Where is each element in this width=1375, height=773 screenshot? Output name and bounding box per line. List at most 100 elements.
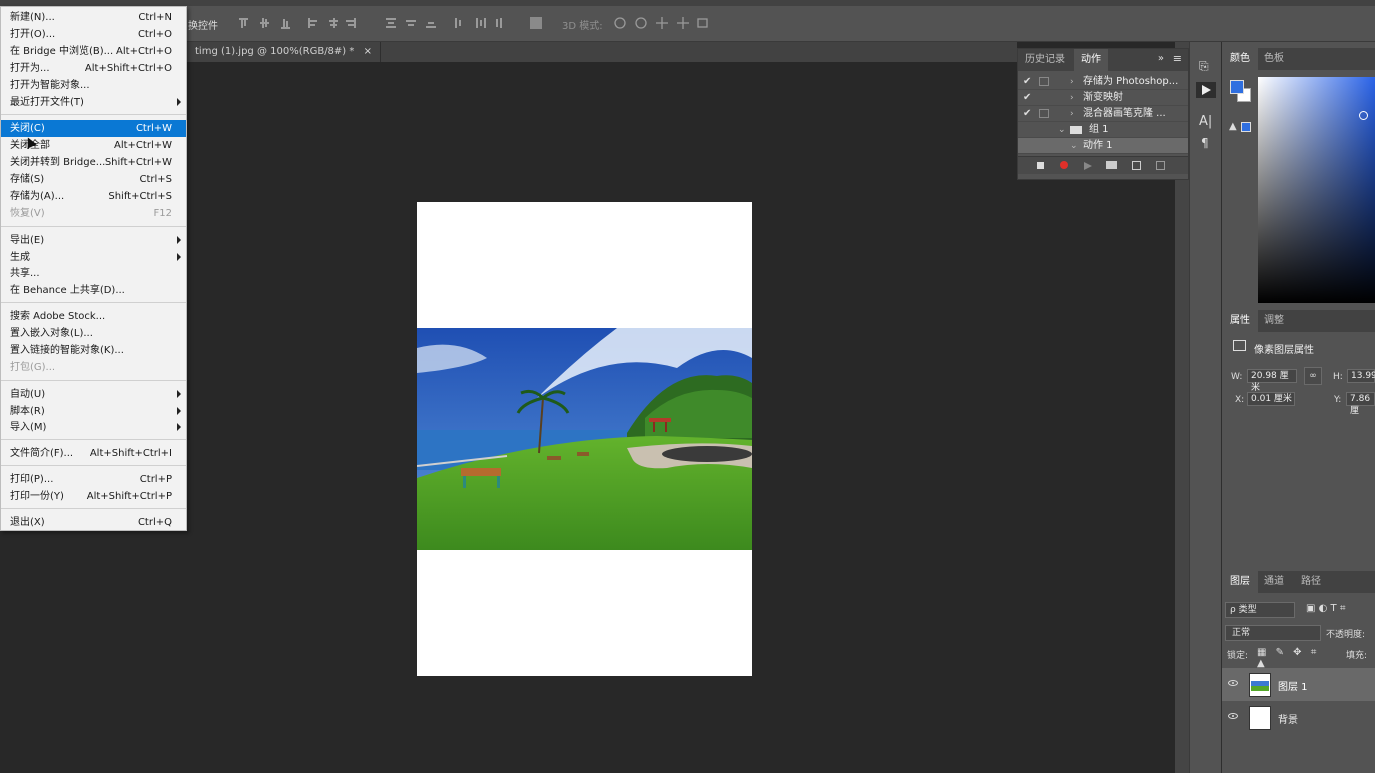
visibility-eye-icon[interactable]: [1228, 680, 1238, 686]
menu-item-label: 脚本(R): [10, 406, 45, 417]
file-menu-item[interactable]: 退出(X) Ctrl+Q: [1, 514, 186, 531]
stop-icon[interactable]: [1037, 162, 1044, 169]
menu-item-label: 置入链接的智能对象(K)...: [10, 345, 124, 356]
menu-item-shortcut: Ctrl+N: [138, 12, 172, 23]
landscape-photo: [417, 328, 752, 550]
color-picker-cursor[interactable]: [1359, 111, 1368, 120]
file-menu-item[interactable]: 置入嵌入对象(L)...: [1, 325, 186, 342]
file-menu-item[interactable]: 存储(S) Ctrl+S: [1, 171, 186, 188]
check-icon[interactable]: ✔: [1023, 74, 1031, 90]
file-menu-item[interactable]: 导出(E): [1, 232, 186, 249]
chevron-right-icon[interactable]: ›: [1070, 106, 1074, 122]
width-field[interactable]: 20.98 厘米: [1247, 369, 1297, 393]
action-row-selected[interactable]: ⌄ 动作 1: [1018, 138, 1188, 154]
dialog-toggle-icon[interactable]: [1039, 109, 1049, 118]
new-set-folder-icon[interactable]: [1106, 161, 1117, 169]
document-tab[interactable]: timg (1).jpg @ 100%(RGB/8#) * ×: [187, 42, 381, 62]
actions-panel: 历史记录 动作 » ≡ ✔ › 存储为 Photoshop... ✔ › 渐变映…: [1017, 48, 1189, 180]
panel-menu-icon[interactable]: ≡: [1173, 52, 1182, 65]
tab-actions[interactable]: 动作: [1074, 49, 1108, 71]
action-row[interactable]: ✔ › 渐变映射: [1018, 90, 1188, 106]
x-field[interactable]: 0.01 厘米: [1247, 392, 1295, 406]
file-menu-item[interactable]: 存储为(A)... Shift+Ctrl+S: [1, 188, 186, 205]
file-menu-item[interactable]: 搜索 Adobe Stock...: [1, 308, 186, 325]
trash-icon[interactable]: [1156, 161, 1165, 170]
chevron-right-icon[interactable]: ›: [1070, 74, 1074, 90]
check-icon[interactable]: ✔: [1023, 106, 1031, 122]
menu-separator: [1, 465, 186, 466]
submenu-arrow-icon: [177, 423, 181, 431]
file-menu-item[interactable]: 打开为... Alt+Shift+Ctrl+O: [1, 60, 186, 77]
check-icon[interactable]: ✔: [1023, 90, 1031, 106]
layer-row[interactable]: 背景: [1222, 701, 1375, 734]
file-menu-item[interactable]: 关闭(C) Ctrl+W: [1, 120, 186, 137]
distribute-buttons[interactable]: [383, 15, 513, 31]
close-tab-icon[interactable]: ×: [364, 46, 372, 57]
file-menu-item[interactable]: 打开(O)... Ctrl+O: [1, 26, 186, 43]
action-row[interactable]: ✔ › 存储为 Photoshop...: [1018, 74, 1188, 90]
file-menu-item[interactable]: 自动(U): [1, 386, 186, 403]
file-menu-item[interactable]: 脚本(R): [1, 403, 186, 420]
color-picker-field[interactable]: [1258, 77, 1375, 303]
tab-adjustments[interactable]: 调整: [1256, 310, 1292, 332]
new-action-icon[interactable]: [1132, 161, 1141, 170]
file-menu-item[interactable]: 打印一份(Y) Alt+Shift+Ctrl+P: [1, 488, 186, 505]
tab-color[interactable]: 颜色: [1222, 48, 1258, 70]
character-panel-icon[interactable]: A|: [1199, 114, 1212, 129]
align-buttons[interactable]: [236, 15, 366, 31]
tab-layers[interactable]: 图层: [1222, 571, 1258, 593]
y-field[interactable]: 7.86 厘: [1346, 392, 1375, 416]
actions-panel-icon[interactable]: [1196, 82, 1216, 98]
file-menu-item[interactable]: 新建(N)... Ctrl+N: [1, 9, 186, 26]
chevron-right-icon[interactable]: ›: [1070, 90, 1074, 106]
auto-align-icon[interactable]: [530, 17, 542, 29]
height-field[interactable]: 13.99: [1347, 369, 1375, 383]
web-color-swatch[interactable]: [1241, 122, 1251, 132]
record-icon[interactable]: [1060, 161, 1068, 169]
file-menu-item[interactable]: 最近打开文件(T): [1, 94, 186, 111]
file-menu-item[interactable]: 关闭并转到 Bridge... Shift+Ctrl+W: [1, 154, 186, 171]
file-menu-item[interactable]: 打包(G)...: [1, 359, 186, 376]
submenu-arrow-icon: [177, 407, 181, 415]
history-panel-icon[interactable]: ⎘: [1199, 59, 1209, 74]
file-menu-item[interactable]: 生成: [1, 249, 186, 266]
action-row[interactable]: ✔ › 混合器画笔克隆 ...: [1018, 106, 1188, 122]
file-menu-item[interactable]: 共享...: [1, 265, 186, 282]
file-menu-item[interactable]: 恢复(V) F12: [1, 205, 186, 222]
layer-filter-icons[interactable]: ▣ ◐ T ⌗: [1306, 603, 1375, 617]
pixel-layer-icon: [1233, 340, 1246, 351]
tab-swatches[interactable]: 色板: [1256, 48, 1292, 70]
layer-row[interactable]: 图层 1: [1222, 668, 1375, 701]
file-menu-item[interactable]: 打印(P)... Ctrl+P: [1, 471, 186, 488]
file-menu-item[interactable]: 导入(M): [1, 419, 186, 436]
file-menu-item[interactable]: 打开为智能对象...: [1, 77, 186, 94]
blend-mode-select[interactable]: 正常: [1225, 625, 1321, 641]
visibility-eye-icon[interactable]: [1228, 713, 1238, 719]
3d-tools[interactable]: [612, 15, 712, 31]
file-menu-item[interactable]: 在 Bridge 中浏览(B)... Alt+Ctrl+O: [1, 43, 186, 60]
layer-filter-select[interactable]: ρ 类型: [1225, 602, 1295, 618]
file-menu-item[interactable]: 置入链接的智能对象(K)...: [1, 342, 186, 359]
paragraph-panel-icon[interactable]: ¶: [1201, 136, 1209, 150]
action-set-row[interactable]: ⌄ 组 1: [1018, 122, 1188, 138]
tab-paths[interactable]: 路径: [1293, 571, 1329, 593]
lock-label: 锁定:: [1227, 651, 1249, 661]
tab-channels[interactable]: 通道: [1256, 571, 1292, 593]
foreground-color-swatch[interactable]: [1230, 80, 1244, 94]
file-menu-item[interactable]: 文件简介(F)... Alt+Shift+Ctrl+I: [1, 445, 186, 462]
play-icon[interactable]: [1084, 162, 1092, 170]
dialog-toggle-icon[interactable]: [1039, 77, 1049, 86]
menu-item-shortcut: Alt+Shift+Ctrl+P: [86, 491, 172, 502]
link-icon[interactable]: ∞: [1304, 367, 1322, 385]
chevron-down-icon[interactable]: ⌄: [1070, 138, 1078, 154]
file-menu-item[interactable]: 在 Behance 上共享(D)...: [1, 282, 186, 299]
menu-item-label: 置入嵌入对象(L)...: [10, 328, 93, 339]
lock-icons[interactable]: ▦ ✎ ✥ ⌗ ▲: [1257, 647, 1327, 669]
tab-properties[interactable]: 属性: [1222, 310, 1258, 332]
expand-icon[interactable]: »: [1158, 53, 1164, 64]
tab-history[interactable]: 历史记录: [1018, 49, 1072, 71]
distribute-icons: [386, 18, 502, 28]
menu-item-label: 新建(N)...: [10, 12, 55, 23]
chevron-down-icon[interactable]: ⌄: [1058, 122, 1066, 138]
menu-item-shortcut: Alt+Shift+Ctrl+I: [89, 448, 172, 459]
